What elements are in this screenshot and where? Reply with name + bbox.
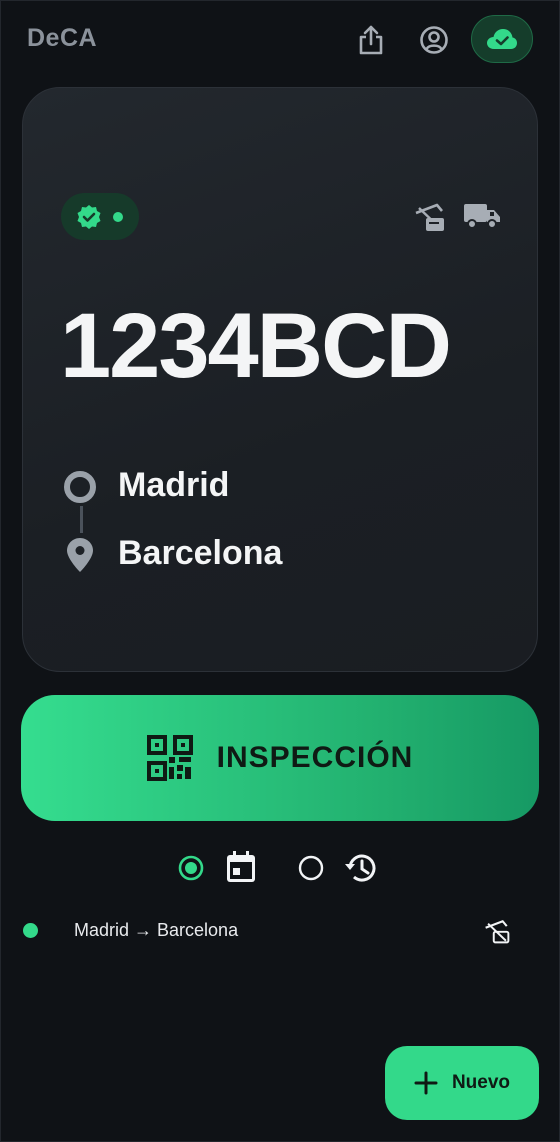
license-plate: 1234BCD [60, 295, 452, 397]
history-icon[interactable] [344, 851, 378, 885]
app-title: DeCA [27, 24, 98, 52]
route-connector [80, 506, 83, 533]
sync-button[interactable] [471, 15, 533, 63]
radio-unselected-icon[interactable] [298, 855, 324, 881]
list-item[interactable]: Madrid → Barcelona [0, 910, 560, 950]
status-badge [61, 193, 139, 240]
vehicle-card[interactable]: 1234BCD Madrid Barcelona [22, 87, 538, 672]
truck-icon [464, 204, 500, 229]
status-dot [23, 923, 38, 938]
status-dot [113, 212, 123, 222]
new-button-label: Nuevo [451, 1072, 511, 1093]
verified-badge-icon [77, 205, 101, 229]
account-button[interactable] [414, 20, 454, 60]
new-button[interactable]: Nuevo [385, 1046, 539, 1120]
calendar-icon[interactable] [225, 850, 257, 884]
share-icon [359, 25, 383, 55]
cloud-check-icon [487, 29, 517, 49]
view-filter [0, 848, 560, 888]
origin-city: Madrid [118, 466, 230, 504]
radio-selected-icon[interactable] [178, 855, 204, 881]
inspection-button[interactable]: INSPECCIÓN [21, 695, 539, 821]
destination-city: Barcelona [118, 534, 283, 572]
list-item-route: Madrid → Barcelona [74, 920, 239, 940]
plus-icon [414, 1071, 438, 1095]
share-button[interactable] [351, 20, 391, 60]
origin-circle-icon [64, 471, 96, 503]
qr-code-icon [146, 735, 193, 781]
document-sign-icon [415, 203, 444, 231]
document-sign-icon[interactable] [483, 918, 511, 944]
account-circle-icon [420, 26, 448, 54]
inspection-button-label: INSPECCIÓN [216, 741, 414, 774]
location-pin-icon [67, 538, 93, 572]
